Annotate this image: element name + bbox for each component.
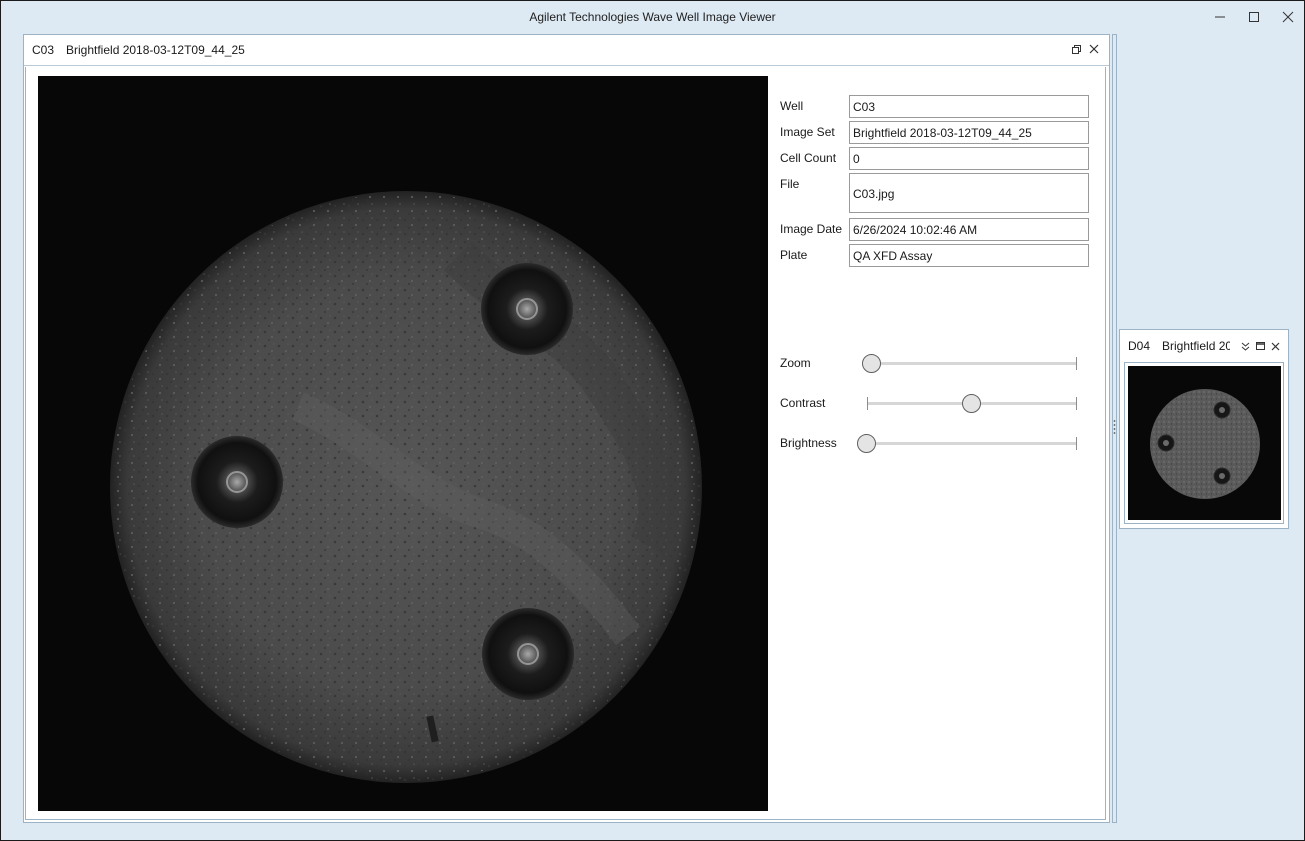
brightness-slider-row: Brightness — [778, 432, 1098, 454]
well-field-row: Well C03 — [778, 95, 1098, 118]
image-set-field[interactable]: Brightfield 2018-03-12T09_44_25 — [849, 121, 1089, 144]
well-field[interactable]: C03 — [849, 95, 1089, 118]
cell-count-field[interactable]: 0 — [849, 147, 1089, 170]
brightness-slider-thumb[interactable] — [857, 434, 876, 453]
mini-well-id: D04 — [1128, 338, 1151, 353]
mini-window-body — [1124, 362, 1284, 524]
plate-field[interactable]: QA XFD Assay — [849, 244, 1089, 267]
close-icon — [1089, 44, 1099, 54]
close-icon — [1282, 11, 1294, 23]
title-bar: Agilent Technologies Wave Well Image Vie… — [1, 1, 1304, 33]
zoom-slider-row: Zoom — [778, 352, 1098, 374]
image-info-panel: Well C03 Image Set Brightfield 2018-03-1… — [778, 95, 1098, 270]
cell-count-label: Cell Count — [780, 151, 837, 165]
file-label: File — [780, 177, 800, 191]
minimize-button[interactable] — [1204, 1, 1236, 33]
app-window: Agilent Technologies Wave Well Image Vie… — [0, 0, 1305, 841]
doc-window-controls — [1072, 43, 1099, 57]
brightness-slider-track[interactable] — [867, 442, 1076, 445]
file-field[interactable]: C03.jpg — [849, 173, 1089, 213]
minimize-icon — [1215, 16, 1225, 18]
zoom-label: Zoom — [780, 356, 811, 370]
app-title: Agilent Technologies Wave Well Image Vie… — [529, 10, 776, 24]
double-chevron-down-icon — [1241, 342, 1250, 351]
well-label: Well — [780, 99, 804, 113]
contrast-slider-tick-start — [867, 397, 868, 410]
mini-image-set: Brightfield 2018-03-12T09_44_25 — [1162, 338, 1230, 353]
mini-brightfield-image — [1128, 366, 1281, 520]
zoom-slider-thumb[interactable] — [862, 354, 881, 373]
brightfield-image — [38, 76, 768, 811]
close-icon — [1271, 342, 1280, 351]
plate-field-row: Plate QA XFD Assay — [778, 244, 1098, 267]
mini-window-controls — [1241, 340, 1280, 354]
restore-button[interactable] — [1072, 43, 1081, 57]
mini-collapse-button[interactable] — [1241, 340, 1250, 354]
restore-icon — [1072, 45, 1081, 54]
window-well-id: C03 — [32, 43, 55, 57]
contrast-slider-thumb[interactable] — [962, 394, 981, 413]
mini-close-button[interactable] — [1271, 340, 1280, 354]
contrast-label: Contrast — [780, 396, 826, 410]
well-window-header[interactable]: C03 Brightfield 2018-03-12T09_44_25 — [24, 35, 1109, 66]
mini-maximize-button[interactable] — [1256, 340, 1265, 354]
maximize-icon — [1249, 12, 1259, 22]
maximize-button[interactable] — [1238, 1, 1270, 33]
contrast-slider-tick-end — [1076, 397, 1077, 410]
file-field-row: File C03.jpg — [778, 173, 1098, 213]
image-date-field[interactable]: 6/26/2024 10:02:46 AM — [849, 218, 1089, 241]
close-button[interactable] — [1272, 1, 1304, 33]
image-date-field-row: Image Date 6/26/2024 10:02:46 AM — [778, 218, 1098, 241]
maximize-icon — [1256, 342, 1265, 350]
plate-label: Plate — [780, 248, 808, 262]
splitter-grip-icon[interactable] — [1113, 419, 1116, 437]
brightness-slider-tick-end — [1076, 437, 1077, 450]
doc-close-button[interactable] — [1089, 43, 1099, 57]
zoom-slider-tick-end — [1076, 357, 1077, 370]
image-date-label: Image Date — [780, 222, 843, 236]
window-image-set: Brightfield 2018-03-12T09_44_25 — [66, 43, 245, 57]
mini-well-window[interactable]: D04 Brightfield 2018-03-12T09_44_25 — [1119, 329, 1289, 529]
image-set-label: Image Set — [780, 125, 835, 139]
cell-count-field-row: Cell Count 0 — [778, 147, 1098, 170]
brightness-label: Brightness — [780, 436, 837, 450]
well-window-body: Well C03 Image Set Brightfield 2018-03-1… — [25, 67, 1106, 820]
zoom-slider-track[interactable] — [872, 362, 1076, 365]
window-controls — [1202, 1, 1304, 33]
mini-window-header[interactable]: D04 Brightfield 2018-03-12T09_44_25 — [1120, 330, 1288, 361]
well-image[interactable] — [38, 76, 768, 811]
well-image-window: C03 Brightfield 2018-03-12T09_44_25 Well… — [23, 34, 1110, 823]
contrast-slider-row: Contrast — [778, 392, 1098, 414]
mini-well-image[interactable] — [1128, 366, 1281, 520]
image-set-field-row: Image Set Brightfield 2018-03-12T09_44_2… — [778, 121, 1098, 144]
